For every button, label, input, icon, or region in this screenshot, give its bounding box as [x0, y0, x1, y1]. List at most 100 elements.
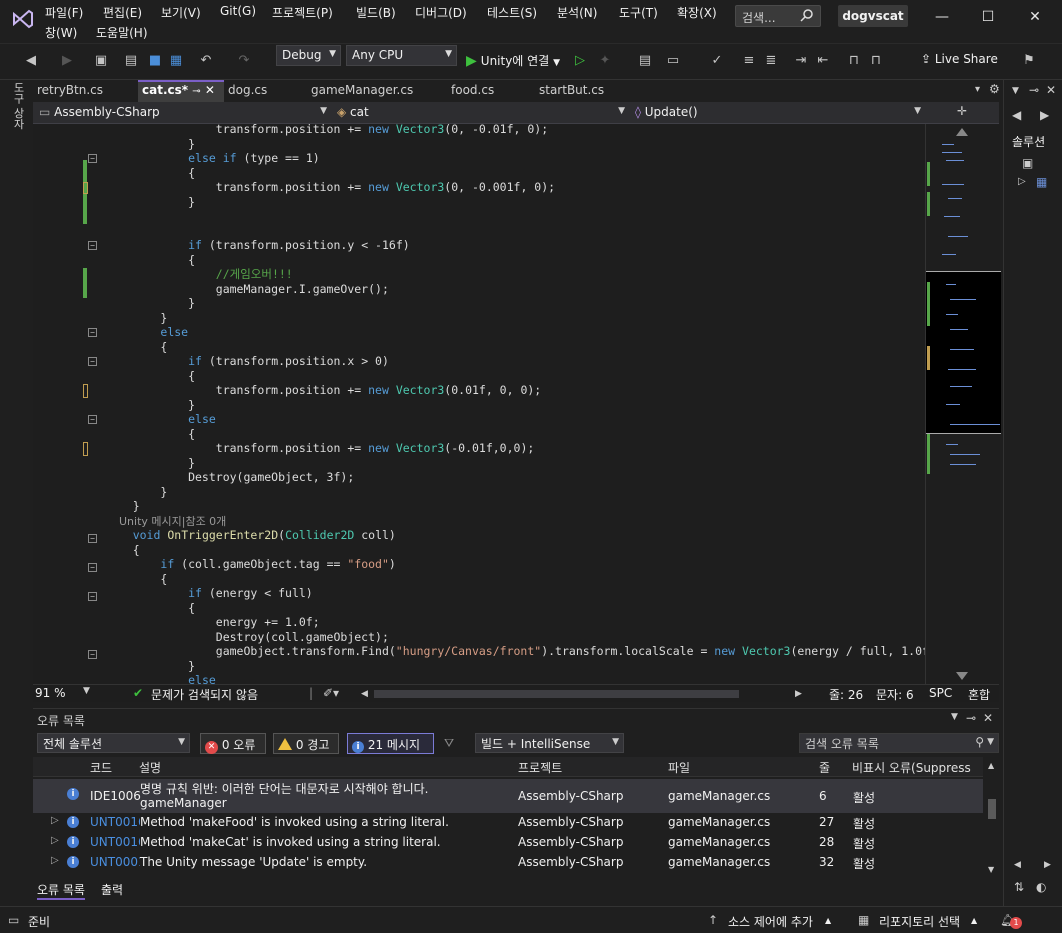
col-line[interactable]: 줄 [819, 759, 830, 776]
code-line[interactable]: { [105, 340, 167, 354]
code-line[interactable]: energy += 1.0f; [105, 615, 320, 629]
solution-explorer-icon[interactable]: ▤ [636, 52, 654, 70]
outdent-icon[interactable]: ⇤ [814, 52, 832, 70]
code-line[interactable]: gameManager.I.gameOver(); [105, 282, 389, 296]
chevron-up-icon[interactable]: ▲ [971, 916, 977, 925]
start-without-debug-icon[interactable]: ▷ [571, 52, 589, 70]
tab-dog[interactable]: dog.cs [224, 80, 307, 102]
code-line[interactable]: } [105, 659, 195, 673]
scroll-up-icon[interactable]: ▲ [988, 761, 994, 770]
col-project[interactable]: 프로젝트 [518, 759, 562, 776]
repository-button[interactable]: 리포지토리 선택 [879, 913, 960, 930]
code-line[interactable]: } [105, 296, 195, 310]
expand-icon[interactable]: ▷ [51, 815, 59, 826]
git-changes-icon[interactable]: ⇅ [1014, 880, 1024, 894]
code-line[interactable]: else if (type == 1) [105, 151, 320, 165]
messages-filter-button[interactable]: i 21 메시지 [347, 733, 434, 754]
settings-icon[interactable]: ⚙ [989, 82, 1000, 96]
code-line[interactable]: { [105, 253, 195, 267]
chevron-down-icon[interactable]: ▼ [951, 712, 958, 722]
redo-icon[interactable]: ↷ [235, 52, 253, 70]
code-line[interactable]: } [105, 195, 195, 209]
save-icon[interactable]: ■ [146, 52, 164, 70]
code-line[interactable]: else [105, 673, 216, 684]
menu-file[interactable]: 파일(F) [45, 4, 83, 21]
tab-retrybtn[interactable]: retryBtn.cs [33, 80, 138, 102]
fold-marker-icon[interactable]: − [88, 592, 97, 601]
menu-debug[interactable]: 디버그(D) [415, 4, 467, 21]
menu-test[interactable]: 테스트(S) [487, 4, 537, 21]
fold-marker-icon[interactable]: − [88, 154, 97, 163]
char-number[interactable]: 문자: 6 [876, 686, 914, 703]
scroll-down-icon[interactable]: ▼ [988, 865, 994, 874]
col-description[interactable]: 설명 [139, 759, 161, 776]
zoom-level[interactable]: 91 % [35, 686, 66, 700]
table-row[interactable]: i IDE1006 명명 규칙 위반: 이러한 단어는 대문자로 시작해야 합니… [33, 779, 983, 813]
filter-icon[interactable]: ⛛ [444, 736, 454, 751]
menu-view[interactable]: 보기(V) [161, 4, 201, 21]
scroll-left-icon[interactable]: ◀ [1014, 860, 1021, 870]
spellcheck-icon[interactable]: ✓ [708, 52, 726, 70]
code-editor[interactable]: − − − − − − − − − transform.position += … [33, 124, 925, 684]
row-code[interactable]: UNT0001 [90, 855, 140, 869]
split-icon[interactable]: ✛ [957, 104, 967, 118]
scroll-right-icon[interactable]: ▶ [795, 689, 802, 699]
code-line[interactable]: gameObject.transform.Find("hungry/Canvas… [105, 644, 925, 658]
menu-analyze[interactable]: 분석(N) [557, 4, 597, 21]
minimap[interactable] [925, 124, 1001, 684]
brush-icon[interactable]: ✐▾ [323, 686, 339, 700]
tab-output[interactable]: 출력 [101, 881, 123, 898]
code-line[interactable]: if (energy < full) [105, 586, 313, 600]
code-line[interactable]: else [105, 412, 216, 426]
code-line[interactable]: } [105, 499, 140, 513]
code-line[interactable]: transform.position += new Vector3(-0.01f… [105, 441, 535, 455]
fold-marker-icon[interactable]: − [88, 357, 97, 366]
feedback-icon[interactable]: ⚑ [1020, 52, 1038, 70]
error-search-input[interactable]: 검색 오류 목록 ⚲ ▼ [799, 733, 999, 753]
tab-overflow-icon[interactable]: ▾ [975, 84, 980, 95]
source-dropdown[interactable]: 빌드 + IntelliSense ▼ [475, 733, 624, 753]
back-icon[interactable]: ◀ [22, 52, 40, 70]
col-suppression[interactable]: 비표시 오류(Suppress [852, 759, 971, 776]
forward-icon[interactable]: ▶ [1040, 108, 1049, 122]
maximize-icon[interactable]: ☐ [978, 8, 998, 28]
code-line[interactable]: if (transform.position.y < -16f) [105, 238, 410, 252]
config-dropdown[interactable]: Debug ▼ [276, 45, 341, 66]
pin-icon[interactable]: ⊸ [192, 86, 200, 97]
hot-reload-icon[interactable]: ✦ [596, 52, 614, 70]
fold-marker-icon[interactable]: − [88, 650, 97, 659]
member-dropdown[interactable]: ◊ Update() ▼ [629, 103, 925, 123]
code-line[interactable]: //게임오버!!! [105, 267, 293, 281]
live-share-button[interactable]: ⇪ Live Share [921, 52, 998, 66]
properties-icon[interactable]: ◐ [1036, 880, 1046, 894]
fold-marker-icon[interactable]: − [88, 563, 97, 572]
toolbox-tab[interactable]: 도구 상자 [10, 82, 26, 130]
scroll-left-icon[interactable]: ◀ [361, 689, 368, 699]
code-line[interactable]: if (coll.gameObject.tag == "food") [105, 557, 395, 571]
menu-project[interactable]: 프로젝트(P) [272, 4, 333, 21]
code-line[interactable]: { [105, 601, 195, 615]
tab-startbut[interactable]: startBut.cs [535, 80, 635, 102]
pin-icon[interactable]: ⊸ [1029, 83, 1039, 97]
project-name-badge[interactable]: dogvscat [838, 5, 908, 27]
code-line[interactable]: else [105, 325, 188, 339]
menu-tools[interactable]: 도구(T) [619, 4, 658, 21]
bookmark-icon[interactable]: ⊓ [845, 52, 863, 70]
close-icon[interactable]: ✕ [1046, 83, 1056, 97]
expand-icon[interactable]: ▷ [1018, 176, 1026, 187]
attach-unity-button[interactable]: ▶ Unity에 연결 ▼ [466, 52, 560, 72]
code-text-area[interactable]: transform.position += new Vector3(0, -0.… [105, 124, 925, 684]
solution-explorer-tab[interactable]: 솔루션 [1012, 133, 1045, 150]
row-code[interactable]: UNT0016 [90, 835, 140, 849]
chevron-up-icon[interactable]: ▲ [825, 916, 831, 925]
code-line[interactable]: { [105, 166, 195, 180]
save-all-icon[interactable]: ▦ [167, 52, 185, 70]
indent-icon[interactable]: ⇥ [792, 52, 810, 70]
code-line[interactable]: transform.position += new Vector3(0, -0.… [105, 124, 548, 136]
forward-icon[interactable]: ▶ [58, 52, 76, 70]
code-line[interactable]: transform.position += new Vector3(0.01f,… [105, 383, 541, 397]
col-file[interactable]: 파일 [668, 759, 690, 776]
table-row[interactable]: ▷ i UNT0016 Method 'makeFood' is invoked… [33, 813, 983, 833]
tab-error-list[interactable]: 오류 목록 [37, 881, 85, 900]
minimize-icon[interactable]: — [932, 8, 952, 28]
